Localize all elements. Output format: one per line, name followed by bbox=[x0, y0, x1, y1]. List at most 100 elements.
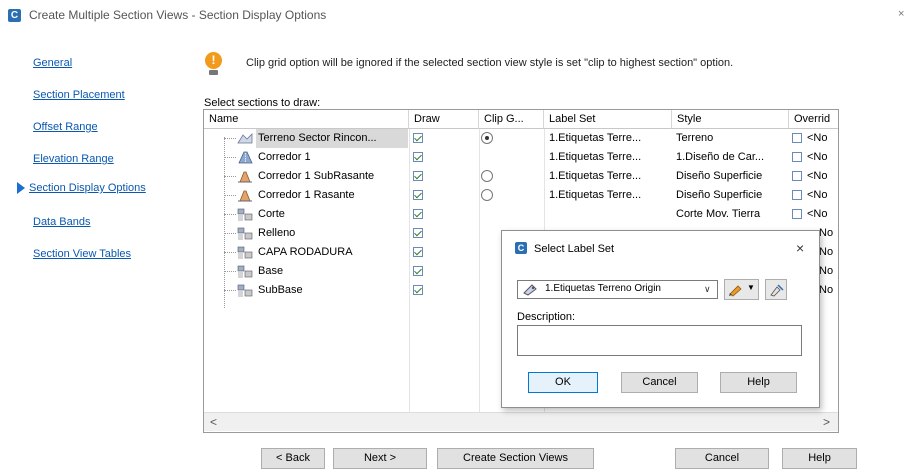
chevron-down-icon: ∨ bbox=[704, 284, 711, 294]
column-header-style[interactable]: Style bbox=[672, 110, 789, 129]
draw-checkbox[interactable] bbox=[413, 285, 423, 295]
info-message: Clip grid option will be ignored if the … bbox=[246, 57, 734, 69]
draw-checkbox[interactable] bbox=[413, 190, 423, 200]
table-row[interactable]: Corredor 1 SubRasante 1.Etiquetas Terre..… bbox=[204, 167, 838, 186]
table-row[interactable]: Corredor 1 1.Etiquetas Terre... 1.Diseño d… bbox=[204, 148, 838, 167]
pick-label-set-button[interactable] bbox=[765, 279, 787, 300]
scroll-left-icon[interactable]: < bbox=[210, 415, 217, 429]
draw-checkbox[interactable] bbox=[413, 228, 423, 238]
label-set-dropdown[interactable]: 1.Etiquetas Terreno Origin ∨ bbox=[517, 280, 718, 299]
table-row[interactable]: Corte Corte Mov. Tierra <No bbox=[204, 205, 838, 224]
column-header-override[interactable]: Overrid bbox=[789, 110, 838, 129]
draw-checkbox[interactable] bbox=[413, 247, 423, 257]
select-label-set-dialog: C Select Label Set × 1.Etiquetas Terreno… bbox=[501, 230, 820, 408]
style-cell[interactable]: Terreno bbox=[676, 129, 788, 148]
clip-grid-radio[interactable] bbox=[481, 189, 493, 201]
column-header-name[interactable]: Name bbox=[204, 110, 409, 129]
material-icon bbox=[237, 246, 253, 259]
horizontal-scrollbar[interactable]: < > bbox=[204, 412, 838, 431]
material-icon bbox=[237, 284, 253, 297]
column-header-label-set[interactable]: Label Set bbox=[544, 110, 672, 129]
style-cell[interactable]: Diseño Superficie bbox=[676, 186, 788, 205]
dialog-help-button[interactable]: Help bbox=[720, 372, 797, 393]
label-set-cell[interactable] bbox=[549, 205, 669, 224]
draw-checkbox[interactable] bbox=[413, 152, 423, 162]
material-icon bbox=[237, 208, 253, 221]
override-cell: <No bbox=[807, 132, 828, 144]
back-button[interactable]: < Back bbox=[261, 448, 325, 469]
table-row[interactable]: Corredor 1 Rasante 1.Etiquetas Terre... Di… bbox=[204, 186, 838, 205]
override-checkbox[interactable] bbox=[792, 133, 802, 143]
draw-checkbox[interactable] bbox=[413, 209, 423, 219]
column-header-draw[interactable]: Draw bbox=[409, 110, 479, 129]
override-cell: <No bbox=[807, 189, 828, 201]
material-icon bbox=[237, 227, 253, 240]
style-cell[interactable]: 1.Diseño de Car... bbox=[676, 148, 788, 167]
surface-icon bbox=[237, 132, 253, 145]
table-row[interactable]: Terreno Sector Rincon... 1.Etiquetas Terr… bbox=[204, 129, 838, 148]
description-label: Description: bbox=[517, 311, 576, 323]
section-name: Terreno Sector Rincon... bbox=[256, 129, 408, 148]
current-step-arrow-icon bbox=[17, 182, 25, 195]
override-checkbox[interactable] bbox=[792, 152, 802, 162]
style-cell[interactable]: Corte Mov. Tierra bbox=[676, 205, 788, 224]
next-button[interactable]: Next > bbox=[333, 448, 427, 469]
label-set-cell[interactable]: 1.Etiquetas Terre... bbox=[549, 186, 669, 205]
clip-grid-radio[interactable] bbox=[481, 170, 493, 182]
nav-item-offset-range[interactable]: Offset Range bbox=[33, 121, 98, 133]
app-icon: C bbox=[8, 9, 21, 22]
section-name: Relleno bbox=[258, 227, 296, 239]
override-checkbox[interactable] bbox=[792, 171, 802, 181]
material-icon bbox=[237, 265, 253, 278]
nav-item-elevation-range[interactable]: Elevation Range bbox=[33, 153, 114, 165]
label-set-icon bbox=[523, 284, 537, 296]
dropdown-arrow-icon: ▼ bbox=[747, 283, 755, 292]
nav-item-general[interactable]: General bbox=[33, 57, 72, 69]
draw-checkbox[interactable] bbox=[413, 133, 423, 143]
draw-checkbox[interactable] bbox=[413, 266, 423, 276]
label-set-cell[interactable]: 1.Etiquetas Terre... bbox=[549, 148, 669, 167]
corridor-icon bbox=[237, 151, 253, 164]
style-cell[interactable]: Diseño Superficie bbox=[676, 167, 788, 186]
clip-grid-radio[interactable] bbox=[481, 132, 493, 144]
dialog-title: Select Label Set bbox=[534, 243, 615, 255]
label-set-cell[interactable]: 1.Etiquetas Terre... bbox=[549, 167, 669, 186]
section-name: Base bbox=[258, 265, 284, 277]
dialog-close-icon[interactable]: × bbox=[796, 240, 804, 256]
override-cell: <No bbox=[807, 151, 828, 163]
description-field[interactable] bbox=[517, 325, 802, 356]
grid-caption: Select sections to draw: bbox=[204, 97, 321, 109]
nav-item-section-placement[interactable]: Section Placement bbox=[33, 89, 125, 101]
nav-item-label: Section Display Options bbox=[29, 182, 146, 194]
help-button[interactable]: Help bbox=[782, 448, 857, 469]
wizard-nav: General Section Placement Offset Range E… bbox=[0, 30, 190, 440]
override-cell: No bbox=[819, 227, 834, 239]
override-cell: No bbox=[819, 284, 834, 296]
pick-from-drawing-icon bbox=[770, 284, 784, 297]
section-name: CAPA RODADURA bbox=[258, 246, 353, 258]
nav-item-section-view-tables[interactable]: Section View Tables bbox=[33, 248, 131, 260]
nav-item-section-display-options[interactable]: Section Display Options bbox=[17, 182, 146, 195]
override-checkbox[interactable] bbox=[792, 209, 802, 219]
override-cell: <No bbox=[807, 208, 828, 220]
dialog-ok-button[interactable]: OK bbox=[528, 372, 598, 393]
section-name: Corredor 1 SubRasante bbox=[258, 170, 375, 182]
lightbulb-icon: ! bbox=[205, 52, 222, 78]
cancel-button[interactable]: Cancel bbox=[675, 448, 769, 469]
label-set-cell[interactable]: 1.Etiquetas Terre... bbox=[549, 129, 669, 148]
nav-item-data-bands[interactable]: Data Bands bbox=[33, 216, 90, 228]
window-close-icon[interactable]: × bbox=[898, 8, 904, 20]
edit-label-set-button[interactable]: ▼ bbox=[724, 279, 759, 300]
scroll-right-icon[interactable]: > bbox=[823, 415, 830, 429]
section-name: Corredor 1 Rasante bbox=[258, 189, 355, 201]
override-cell: <No bbox=[807, 170, 828, 182]
edit-pencil-icon bbox=[729, 285, 742, 297]
section-name: SubBase bbox=[258, 284, 303, 296]
override-cell: No bbox=[819, 265, 834, 277]
override-checkbox[interactable] bbox=[792, 190, 802, 200]
draw-checkbox[interactable] bbox=[413, 171, 423, 181]
create-section-views-button[interactable]: Create Section Views bbox=[437, 448, 594, 469]
dialog-cancel-button[interactable]: Cancel bbox=[621, 372, 698, 393]
column-header-clip-grid[interactable]: Clip G... bbox=[479, 110, 544, 129]
label-set-value: 1.Etiquetas Terreno Origin bbox=[545, 283, 661, 294]
